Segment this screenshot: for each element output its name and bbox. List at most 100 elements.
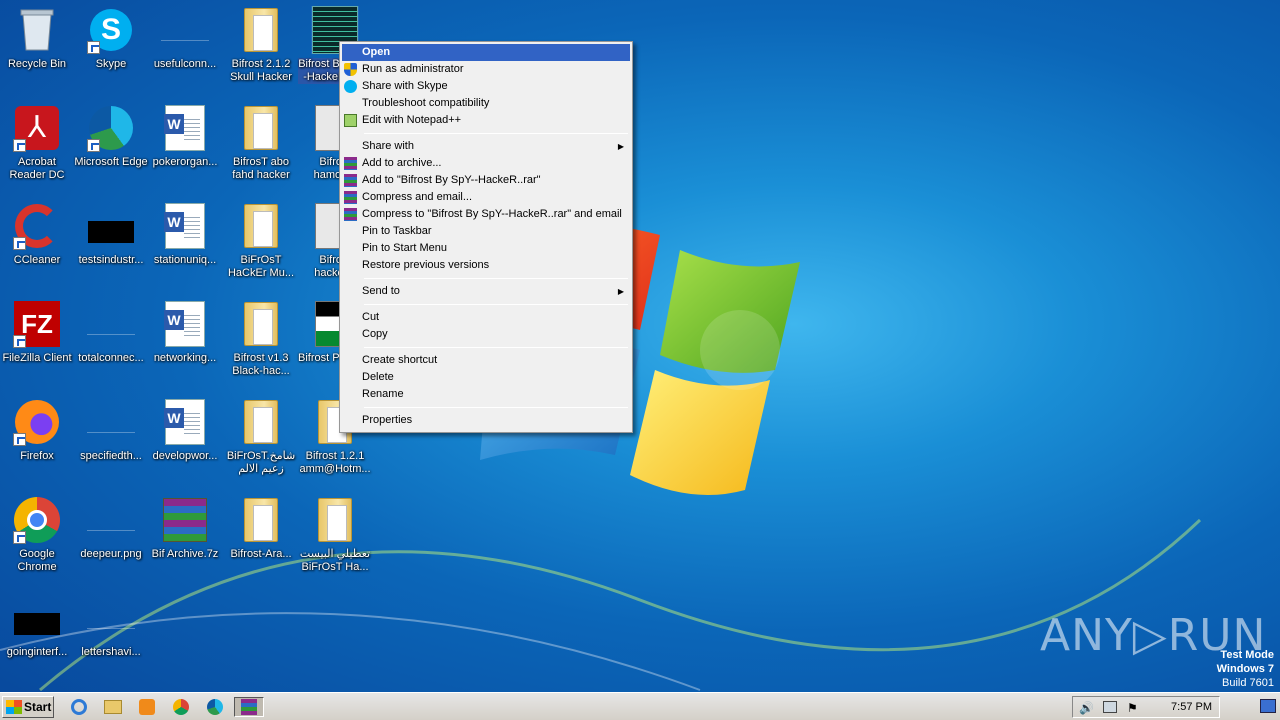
desktop-icon-bifrost-hacker-mu[interactable]: BiFrOsT HaCkEr Mu... [224,202,298,294]
menu-item-label: Pin to Taskbar [362,225,432,237]
menu-separator [364,407,628,408]
desktop-icon-label: Bifrost-Ara... [230,548,292,560]
desktop-icon-developwor[interactable]: developwor... [148,398,222,490]
menu-item-pin-start[interactable]: Pin to Start Menu [342,240,630,257]
desktop-icon-acrobat[interactable]: ⅄ Acrobat Reader DC [0,104,74,196]
menu-item-label: Create shortcut [362,354,438,366]
menu-item-label: Send to [362,285,400,297]
taskbar-clock[interactable]: 7:57 PM [1171,701,1212,713]
desktop-icon-deepeur[interactable]: deepeur.png [74,496,148,588]
menu-item-add-to-rar[interactable]: Add to "Bifrost By SpY--HackeR..rar" [342,172,630,189]
desktop-icon-label: testsindustr... [78,254,144,266]
volume-icon[interactable]: 🔊 [1079,701,1094,715]
folder-icon [244,400,278,444]
winrar-icon [344,191,357,204]
taskbar-winrar[interactable] [234,697,264,717]
desktop-icon-goinginterf[interactable]: goinginterf... [0,594,74,686]
menu-item-share-skype[interactable]: Share with Skype [342,78,630,95]
show-desktop-button[interactable] [1260,699,1276,713]
desktop-icon-label: تعطيلي البيست BiFrOsT Ha... [299,548,371,573]
skype-icon [344,80,357,93]
folder-icon [244,498,278,542]
desktop-icon-label: pokerorgan... [152,156,218,168]
submenu-arrow-icon: ▶ [617,142,624,151]
desktop-icon-chrome[interactable]: Google Chrome [0,496,74,588]
word-document-icon [164,105,205,151]
desktop-icon-label: Bifrost 1.2.1 amm@Hotm... [299,450,371,475]
start-button[interactable]: Start [2,696,54,718]
recycle-bin-icon [20,9,54,51]
winrar-archive-icon [163,498,207,542]
desktop-icon-label: BifrosT abo fahd hacker [232,156,290,181]
desktop-icon-bifrost-v13[interactable]: Bifrost v1.3 Black-hac... [224,300,298,392]
menu-item-label: Compress and email... [362,191,473,203]
desktop-icon-bifrost-ara[interactable]: Bifrost-Ara... [224,496,298,588]
menu-item-restore-versions[interactable]: Restore previous versions [342,257,630,274]
menu-item-label: Run as administrator [362,63,464,75]
menu-item-label: Troubleshoot compatibility [362,97,490,109]
taskbar-internet-explorer[interactable] [68,697,90,717]
desktop-icon-networking[interactable]: networking... [148,300,222,392]
desktop-icon-label: Recycle Bin [7,58,67,70]
menu-item-copy[interactable]: Copy [342,326,630,343]
desktop-icon-recycle-bin[interactable]: Recycle Bin [0,6,74,98]
network-icon[interactable] [1103,701,1117,713]
desktop-icon-edge[interactable]: Microsoft Edge [74,104,148,196]
taskbar-explorer[interactable] [102,697,124,717]
desktop-icon-label: stationuniq... [153,254,217,266]
desktop-icon-stationuniq[interactable]: stationuniq... [148,202,222,294]
menu-item-label: Delete [362,371,394,383]
menu-item-label: Properties [362,414,413,426]
menu-item-compress-rar-email[interactable]: Compress to "Bifrost By SpY--HackeR..rar… [342,206,630,223]
menu-item-delete[interactable]: Delete [342,369,630,386]
desktop-icon-label: FileZilla Client [2,352,72,364]
file-thumbnail-icon [88,221,134,243]
folder-icon [104,700,122,714]
desktop-icon-lettershavi[interactable]: lettershavi... [74,594,148,686]
menu-item-label: Rename [362,388,404,400]
desktop-icon-skype[interactable]: S Skype [74,6,148,98]
menu-item-compress-email[interactable]: Compress and email... [342,189,630,206]
desktop-icon-totalconnec[interactable]: totalconnec... [74,300,148,392]
desktop-icon-pokerorgan[interactable]: pokerorgan... [148,104,222,196]
desktop-icon-bifrost-skull[interactable]: Bifrost 2.1.2 Skull Hacker [224,6,298,98]
desktop-icon-usefulconn[interactable]: usefulconn... [148,6,222,98]
desktop-icon-bifrost-abo-fahd[interactable]: BifrosT abo fahd hacker [224,104,298,196]
desktop-icon-bif-archive[interactable]: Bif Archive.7z [148,496,222,588]
os-version-label: Windows 7 [1216,663,1274,675]
menu-item-label: Share with Skype [362,80,448,92]
menu-separator [364,278,628,279]
menu-item-share-with[interactable]: Share with ▶ [342,138,630,155]
menu-item-run-as-admin[interactable]: Run as administrator [342,61,630,78]
desktop-icon-filezilla[interactable]: FZ FileZilla Client [0,300,74,392]
menu-item-pin-taskbar[interactable]: Pin to Taskbar [342,223,630,240]
menu-item-label: Share with [362,140,414,152]
menu-item-troubleshoot[interactable]: Troubleshoot compatibility [342,95,630,112]
menu-item-add-archive[interactable]: Add to archive... [342,155,630,172]
desktop-icon-ccleaner[interactable]: CCleaner [0,202,74,294]
menu-separator [364,347,628,348]
desktop-icon-testsindustr[interactable]: testsindustr... [74,202,148,294]
taskbar-chrome[interactable] [170,697,192,717]
desktop-icon-specifiedth[interactable]: specifiedth... [74,398,148,490]
menu-item-rename[interactable]: Rename [342,386,630,403]
menu-item-edit-notepad[interactable]: Edit with Notepad++ [342,112,630,129]
desktop-icon-label: CCleaner [13,254,61,266]
menu-item-properties[interactable]: Properties [342,412,630,429]
menu-item-label: Cut [362,311,380,323]
taskbar-media-player[interactable] [136,697,158,717]
file-thumbnail-icon [87,509,135,531]
action-center-flag-icon[interactable]: ⚑ [1127,701,1138,715]
menu-item-create-shortcut[interactable]: Create shortcut [342,352,630,369]
menu-item-label: Restore previous versions [362,259,490,271]
menu-item-cut[interactable]: Cut [342,309,630,326]
test-mode-notice: Test Mode Windows 7 Build 7601 [1217,648,1274,690]
desktop-icon-bifrost-ha[interactable]: تعطيلي البيست BiFrOsT Ha... [298,496,372,588]
desktop-icon-bifrost-arabic[interactable]: BiFrOsT.شامخ زعيم الالم [224,398,298,490]
menu-item-send-to[interactable]: Send to ▶ [342,283,630,300]
desktop-icon-firefox[interactable]: Firefox [0,398,74,490]
submenu-arrow-icon: ▶ [617,287,624,296]
menu-item-open[interactable]: Open [342,44,630,61]
winrar-icon [344,174,357,187]
taskbar-edge[interactable] [204,697,226,717]
